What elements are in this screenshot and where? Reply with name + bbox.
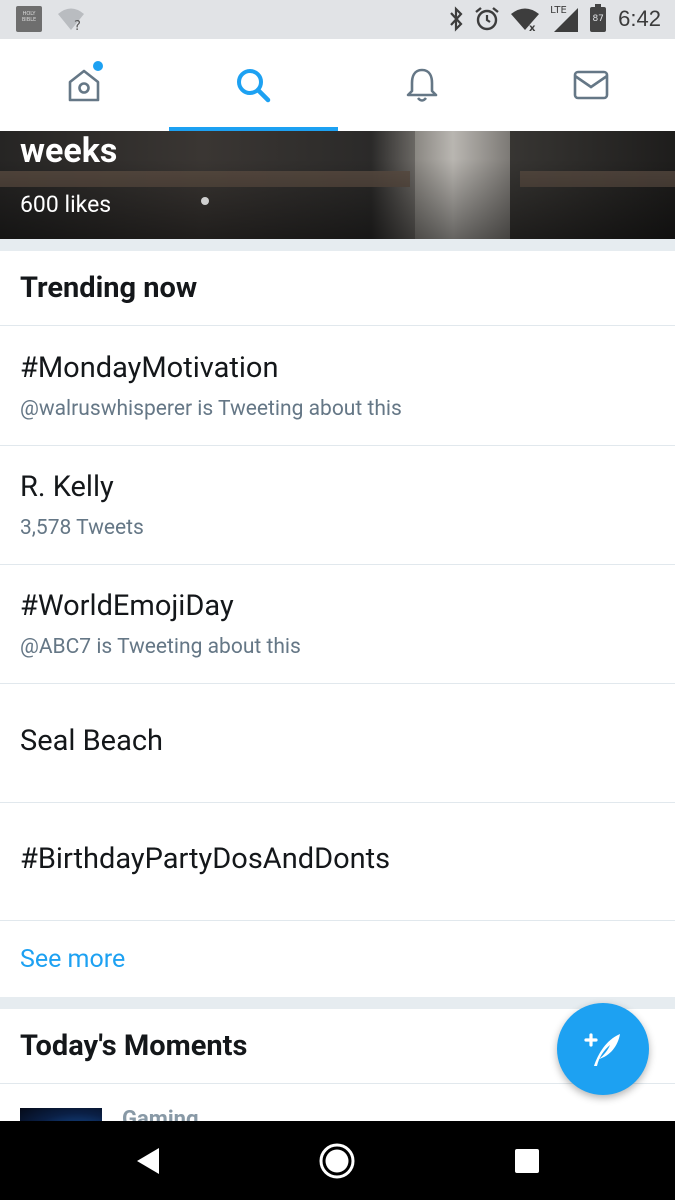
moment-thumbnail [20, 1108, 102, 1121]
tab-search[interactable] [168, 39, 338, 131]
home-icon [69, 69, 100, 102]
recents-button[interactable] [487, 1121, 567, 1200]
wifi-unknown-icon: ? [58, 8, 84, 32]
trend-item[interactable]: #WorldEmojiDay @ABC7 is Tweeting about t… [0, 565, 675, 684]
tab-bar [0, 39, 675, 131]
section-divider [0, 239, 675, 251]
status-bar: HOLY BIBLE ? x LTE 87 6:42 [0, 0, 675, 39]
bell-icon [406, 68, 438, 102]
back-button[interactable] [108, 1121, 188, 1200]
recents-icon [515, 1148, 539, 1173]
trending-heading: Trending now [0, 251, 675, 326]
moment-hero-card[interactable]: weeks 600 likes [0, 131, 675, 239]
wifi-icon: x [511, 8, 540, 32]
tab-messages[interactable] [506, 39, 675, 131]
svg-text:?: ? [74, 19, 81, 32]
alarm-icon [475, 7, 499, 31]
bluetooth-icon [450, 6, 463, 32]
status-time: 6:42 [618, 6, 661, 31]
tab-notifications[interactable] [338, 39, 507, 131]
compose-tweet-button[interactable] [557, 1003, 649, 1095]
search-icon [237, 69, 271, 103]
moment-list-item[interactable]: Gaming [0, 1085, 675, 1121]
compose-tweet-icon [584, 1033, 620, 1066]
battery-icon: 87 [590, 3, 607, 32]
moment-category: Gaming [122, 1107, 199, 1121]
battery-level: 87 [592, 13, 604, 24]
hero-likes: 600 likes [20, 191, 112, 218]
trend-context: @walruswhisperer is Tweeting about this [20, 397, 402, 421]
home-notification-dot [93, 61, 103, 71]
trend-item[interactable]: R. Kelly 3,578 Tweets [0, 446, 675, 565]
tab-home[interactable] [0, 39, 169, 131]
trend-item[interactable]: #MondayMotivation @walruswhisperer is Tw… [0, 327, 675, 446]
trend-name: Seal Beach [20, 724, 163, 758]
home-circle-icon [319, 1143, 355, 1178]
trend-name: #WorldEmojiDay [20, 589, 234, 623]
home-button[interactable] [297, 1121, 377, 1200]
mail-icon [573, 70, 608, 100]
back-icon [137, 1147, 159, 1174]
trend-name: R. Kelly [20, 470, 114, 504]
see-more-link[interactable]: See more [0, 921, 675, 997]
trend-item[interactable]: Seal Beach [0, 684, 675, 803]
svg-text:x: x [529, 23, 536, 32]
system-nav-bar [0, 1121, 675, 1200]
trend-context: 3,578 Tweets [20, 516, 144, 540]
trend-name: #BirthdayPartyDosAndDonts [20, 842, 391, 876]
trend-context: @ABC7 is Tweeting about this [20, 635, 301, 659]
bible-app-icon: HOLY BIBLE [16, 6, 42, 32]
trend-item[interactable]: #BirthdayPartyDosAndDonts [0, 802, 675, 921]
section-divider [0, 997, 675, 1009]
hero-title: weeks [20, 131, 118, 171]
trend-name: #MondayMotivation [20, 351, 279, 385]
signal-icon: LTE [550, 5, 580, 33]
